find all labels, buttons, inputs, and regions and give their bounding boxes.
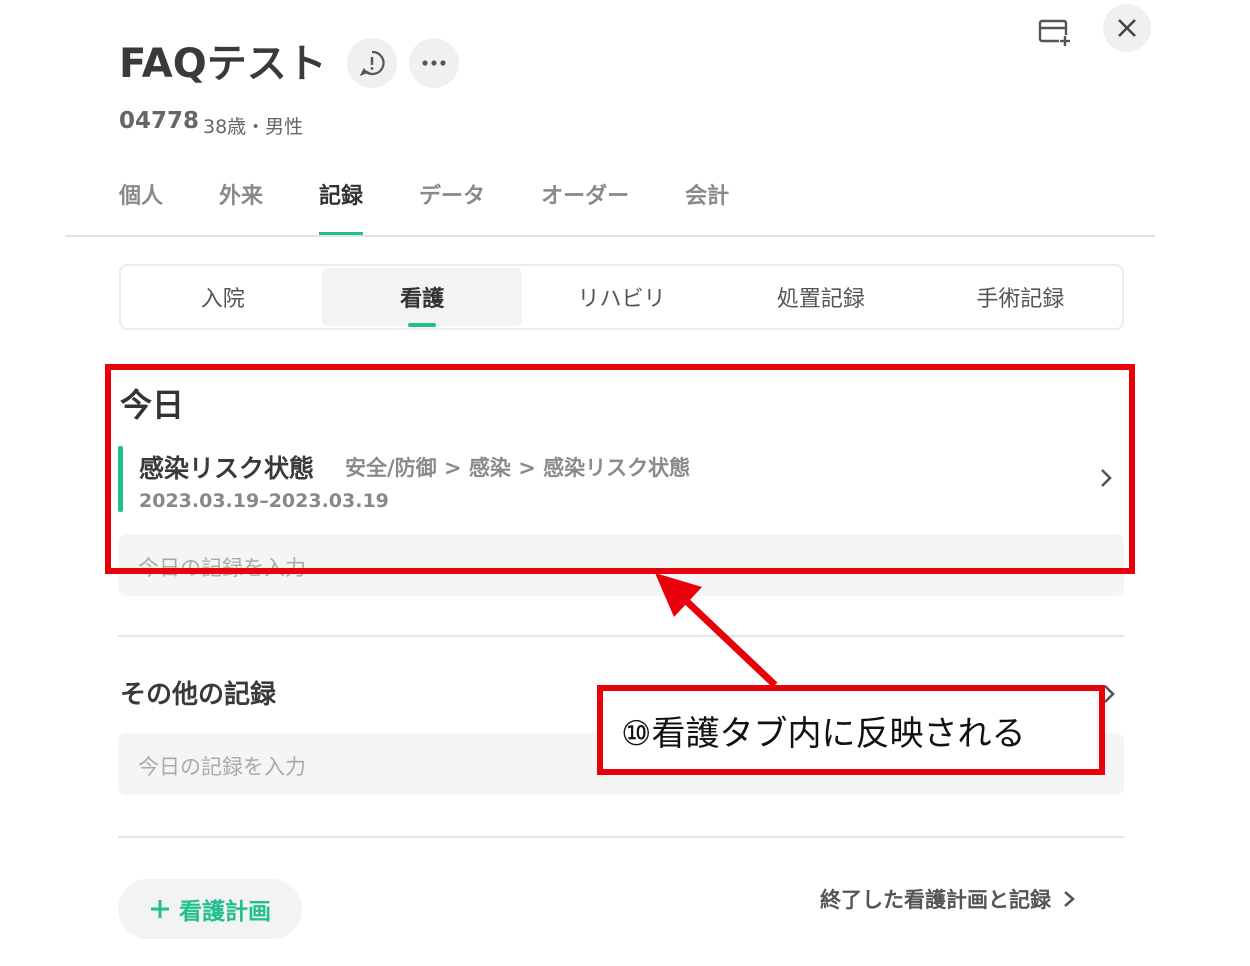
more-icon: [422, 60, 446, 66]
highlight-box: [105, 364, 1135, 574]
ended-plans-link[interactable]: 終了した看護計画と記録: [820, 884, 1077, 914]
tabs-divider: [65, 235, 1155, 237]
add-nursing-plan-button[interactable]: 看護計画: [118, 879, 302, 939]
section-divider: [118, 635, 1124, 637]
tab-personal[interactable]: 個人: [119, 178, 163, 236]
info-bubble-icon: [359, 50, 385, 76]
tab-records[interactable]: 記録: [319, 178, 364, 236]
add-nursing-plan-label: 看護計画: [179, 899, 271, 925]
main-tabs: 個人 外来 記録 データ オーダー 会計: [119, 178, 785, 238]
tab-outpatient[interactable]: 外来: [219, 178, 263, 236]
ended-plans-label: 終了した看護計画と記録: [820, 888, 1051, 912]
chevron-right-icon: [1064, 891, 1075, 907]
section-divider: [118, 836, 1124, 838]
card-add-button[interactable]: [1034, 12, 1074, 52]
tab-accounting[interactable]: 会計: [685, 178, 729, 236]
close-button[interactable]: [1103, 4, 1151, 52]
tab-order[interactable]: オーダー: [541, 178, 629, 236]
arrow-icon: [655, 573, 778, 688]
plus-icon: [151, 900, 169, 918]
tab-data[interactable]: データ: [419, 178, 485, 236]
annotation-callout: ⑩看護タブ内に反映される: [597, 685, 1105, 775]
other-records-heading: その他の記録: [120, 680, 277, 710]
subtab-treatment[interactable]: 処置記録: [721, 268, 920, 326]
close-icon: [1118, 19, 1136, 37]
patient-meta: 38歳・男性: [203, 116, 304, 138]
subtab-rehab[interactable]: リハビリ: [522, 268, 721, 326]
info-button[interactable]: [347, 38, 397, 88]
patient-id: 04778: [119, 108, 200, 134]
more-button[interactable]: [409, 38, 459, 88]
subtab-nursing[interactable]: 看護: [322, 268, 522, 327]
card-add-icon: [1038, 19, 1071, 47]
subtab-surgery[interactable]: 手術記録: [921, 268, 1120, 326]
page-title: FAQテスト: [119, 41, 327, 87]
sub-tabs: 入院 看護 リハビリ 処置記録 手術記録: [119, 264, 1124, 330]
annotation-text: ⑩看護タブ内に反映される: [621, 713, 1026, 754]
subtab-admission[interactable]: 入院: [123, 268, 322, 326]
